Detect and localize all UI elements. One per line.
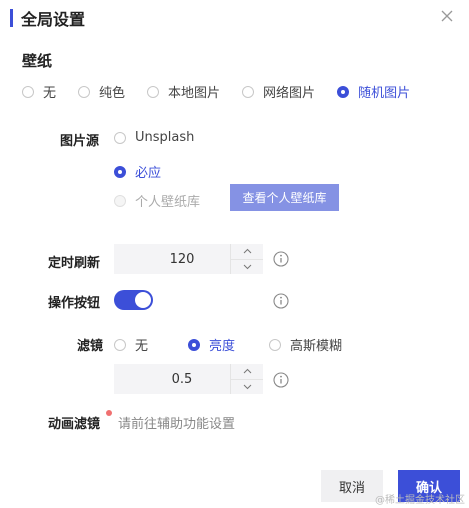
radio-icon	[114, 165, 126, 178]
toggle-knob	[135, 292, 151, 308]
info-icon[interactable]	[273, 251, 289, 267]
wallpaper-option-label: 本地图片	[168, 86, 221, 101]
radio-icon	[147, 85, 160, 98]
view-personal-library-button[interactable]: 查看个人壁纸库	[230, 184, 339, 211]
image-source-option-label: 必应	[135, 166, 162, 181]
chevron-down-icon[interactable]	[231, 260, 263, 275]
chevron-up-icon[interactable]	[231, 244, 263, 260]
refresh-stepper[interactable]: 120	[114, 244, 263, 274]
action-buttons-label: 操作按钮	[48, 296, 101, 311]
radio-icon	[114, 338, 126, 351]
filter-option-brightness[interactable]: 亮度	[188, 335, 235, 354]
info-icon[interactable]	[273, 293, 289, 309]
chevron-up-icon[interactable]	[231, 364, 263, 380]
filter-option-label: 亮度	[209, 339, 236, 354]
radio-icon	[242, 85, 255, 98]
filter-value[interactable]: 0.5	[114, 364, 230, 394]
image-source-personal[interactable]: 个人壁纸库	[114, 191, 200, 210]
image-source-unsplash[interactable]: Unsplash	[114, 130, 194, 145]
filter-option-label: 高斯模糊	[290, 339, 343, 354]
wallpaper-option-solid[interactable]: 纯色	[78, 82, 125, 101]
image-source-option-label: 个人壁纸库	[135, 195, 201, 210]
stepper-arrows	[230, 244, 263, 274]
filter-option-none[interactable]: 无	[114, 335, 148, 354]
wallpaper-option-none[interactable]: 无	[22, 82, 56, 101]
radio-icon	[114, 194, 126, 207]
wallpaper-section-title: 壁纸	[20, 50, 66, 71]
chevron-down-icon[interactable]	[231, 380, 263, 395]
cancel-button[interactable]: 取消	[321, 470, 383, 502]
info-icon[interactable]	[273, 372, 289, 388]
dialog-title: 全局设置	[21, 10, 86, 29]
wallpaper-option-random[interactable]: 随机图片	[337, 82, 410, 101]
wallpaper-option-label: 随机图片	[358, 86, 411, 101]
new-badge-dot	[106, 410, 112, 416]
filter-radio-group: 无 亮度 高斯模糊	[114, 335, 342, 354]
filter-option-label: 无	[135, 339, 149, 354]
radio-icon	[337, 85, 350, 98]
wallpaper-option-label: 网络图片	[263, 86, 316, 101]
filter-option-gaussian-blur[interactable]: 高斯模糊	[269, 335, 342, 354]
radio-icon	[114, 131, 126, 144]
wallpaper-option-label: 无	[43, 86, 57, 101]
wallpaper-option-local[interactable]: 本地图片	[147, 82, 220, 101]
watermark: @稀土掘金技术社区	[375, 495, 465, 506]
refresh-label: 定时刷新	[48, 256, 101, 271]
action-buttons-toggle[interactable]	[114, 290, 153, 310]
radio-icon	[22, 85, 34, 98]
settings-dialog: 全局设置 壁纸 无 纯色 本地图片 网络图片 随机图片 图片源 Unsplash…	[0, 0, 469, 508]
radio-icon	[269, 338, 282, 351]
image-source-option-label: Unsplash	[135, 130, 195, 145]
anim-filter-hint[interactable]: 请前往辅助功能设置	[118, 413, 235, 432]
filter-value-stepper[interactable]: 0.5	[114, 364, 263, 394]
radio-icon	[188, 338, 201, 351]
close-icon[interactable]	[437, 6, 457, 26]
title-accent-bar	[10, 9, 13, 27]
image-source-bing[interactable]: 必应	[114, 162, 161, 181]
anim-filter-label: 动画滤镜	[48, 417, 101, 432]
refresh-value[interactable]: 120	[114, 244, 230, 274]
dialog-header: 全局设置	[10, 6, 85, 30]
image-source-label: 图片源	[60, 134, 100, 149]
wallpaper-option-network[interactable]: 网络图片	[242, 82, 315, 101]
filter-label: 滤镜	[77, 339, 104, 354]
wallpaper-option-label: 纯色	[99, 86, 126, 101]
stepper-arrows	[230, 364, 263, 394]
radio-icon	[78, 85, 91, 98]
wallpaper-title-text: 壁纸	[22, 52, 53, 70]
wallpaper-radio-group: 无 纯色 本地图片 网络图片 随机图片	[22, 82, 410, 101]
